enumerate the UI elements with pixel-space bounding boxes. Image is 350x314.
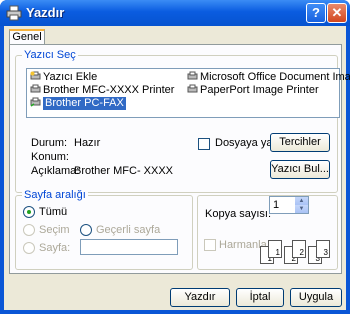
select-printer-group: Yazıcı Seç Yazıcı Ekle Brother MFC-XXXX … (15, 49, 350, 193)
cancel-button[interactable]: İptal (236, 288, 284, 307)
pages-input[interactable] (80, 239, 178, 255)
all-pages-radio[interactable] (23, 206, 35, 218)
dialog-client-area: Genel Yazıcı Seç Yazıcı Ekle Brother MFC… (4, 26, 350, 310)
printer-item-label: Brother PC-FAX (43, 97, 126, 110)
comment-label: Açıklama: (31, 165, 80, 177)
current-page-label[interactable]: Geçerli sayfa (96, 224, 160, 236)
help-button[interactable]: ? (306, 3, 326, 23)
collate-checkbox[interactable] (204, 239, 216, 251)
general-tab-panel: Yazıcı Seç Yazıcı Ekle Brother MFC-XXXX … (9, 44, 350, 274)
copies-value: 1 (273, 199, 280, 211)
printer-item-brother-pcfax[interactable]: Brother PC-FAX (30, 97, 126, 110)
printer-item-ms-office[interactable]: Microsoft Office Document Image (187, 71, 350, 84)
pages-label[interactable]: Sayfa: (39, 242, 70, 254)
all-pages-label[interactable]: Tümü (39, 206, 67, 218)
printer-icon (30, 84, 41, 93)
apply-button[interactable]: Uygula (290, 288, 342, 307)
printer-item-add[interactable]: Yazıcı Ekle (30, 71, 97, 84)
copies-group: Kopya sayısı: Harmanla 1 1 2 2 3 3 (197, 195, 338, 270)
add-printer-icon (30, 71, 41, 80)
status-value: Hazır (74, 137, 101, 149)
copies-stepper[interactable]: 1 ▲ ▼ (269, 196, 309, 214)
printer-item-brother-mfc[interactable]: Brother MFC-XXXX Printer (30, 84, 174, 97)
location-label: Konum: (31, 151, 69, 163)
fax-printer-icon (30, 97, 41, 107)
pages-radio[interactable] (23, 242, 35, 254)
printer-item-label: PaperPort Image Printer (200, 84, 319, 96)
selection-radio[interactable] (23, 224, 35, 236)
preferences-button[interactable]: Tercihler (270, 133, 330, 152)
current-page-radio[interactable] (80, 224, 92, 236)
close-button[interactable]: ✕ (327, 3, 347, 23)
printer-item-label: Yazıcı Ekle (43, 71, 98, 83)
tab-general[interactable]: Genel (9, 29, 45, 45)
select-printer-title: Yazıcı Seç (22, 49, 78, 61)
print-dialog-window: Yazdır ? ✕ Genel Yazıcı Seç Yazıcı Ekle … (0, 0, 350, 314)
printer-title-icon (6, 5, 22, 21)
find-printer-button[interactable]: Yazıcı Bul... (270, 160, 330, 179)
title-bar[interactable]: Yazdır ? ✕ (0, 0, 350, 26)
print-button[interactable]: Yazdır (170, 288, 230, 307)
printer-list[interactable]: Yazıcı Ekle Brother MFC-XXXX Printer Bro… (26, 68, 350, 118)
printer-icon (187, 71, 198, 80)
page-range-title: Sayfa aralığı (22, 189, 88, 201)
printer-item-label: Brother MFC-XXXX Printer (43, 84, 175, 96)
stepper-up-icon[interactable]: ▲ (295, 197, 308, 205)
page-range-group: Sayfa aralığı Tümü Seçim Geçerli sayfa S… (15, 189, 193, 270)
print-to-file-checkbox[interactable] (198, 138, 210, 150)
printer-item-paperport[interactable]: PaperPort Image Printer (187, 84, 319, 97)
comment-value: Brother MFC- XXXX (74, 165, 174, 177)
printer-item-label: Microsoft Office Document Image (200, 71, 350, 83)
stepper-down-icon[interactable]: ▼ (295, 205, 308, 213)
copies-label: Kopya sayısı: (205, 208, 272, 220)
selection-label[interactable]: Seçim (39, 224, 70, 236)
window-title: Yazdır (26, 5, 65, 20)
status-label: Durum: (31, 137, 68, 149)
printer-icon (187, 84, 198, 93)
